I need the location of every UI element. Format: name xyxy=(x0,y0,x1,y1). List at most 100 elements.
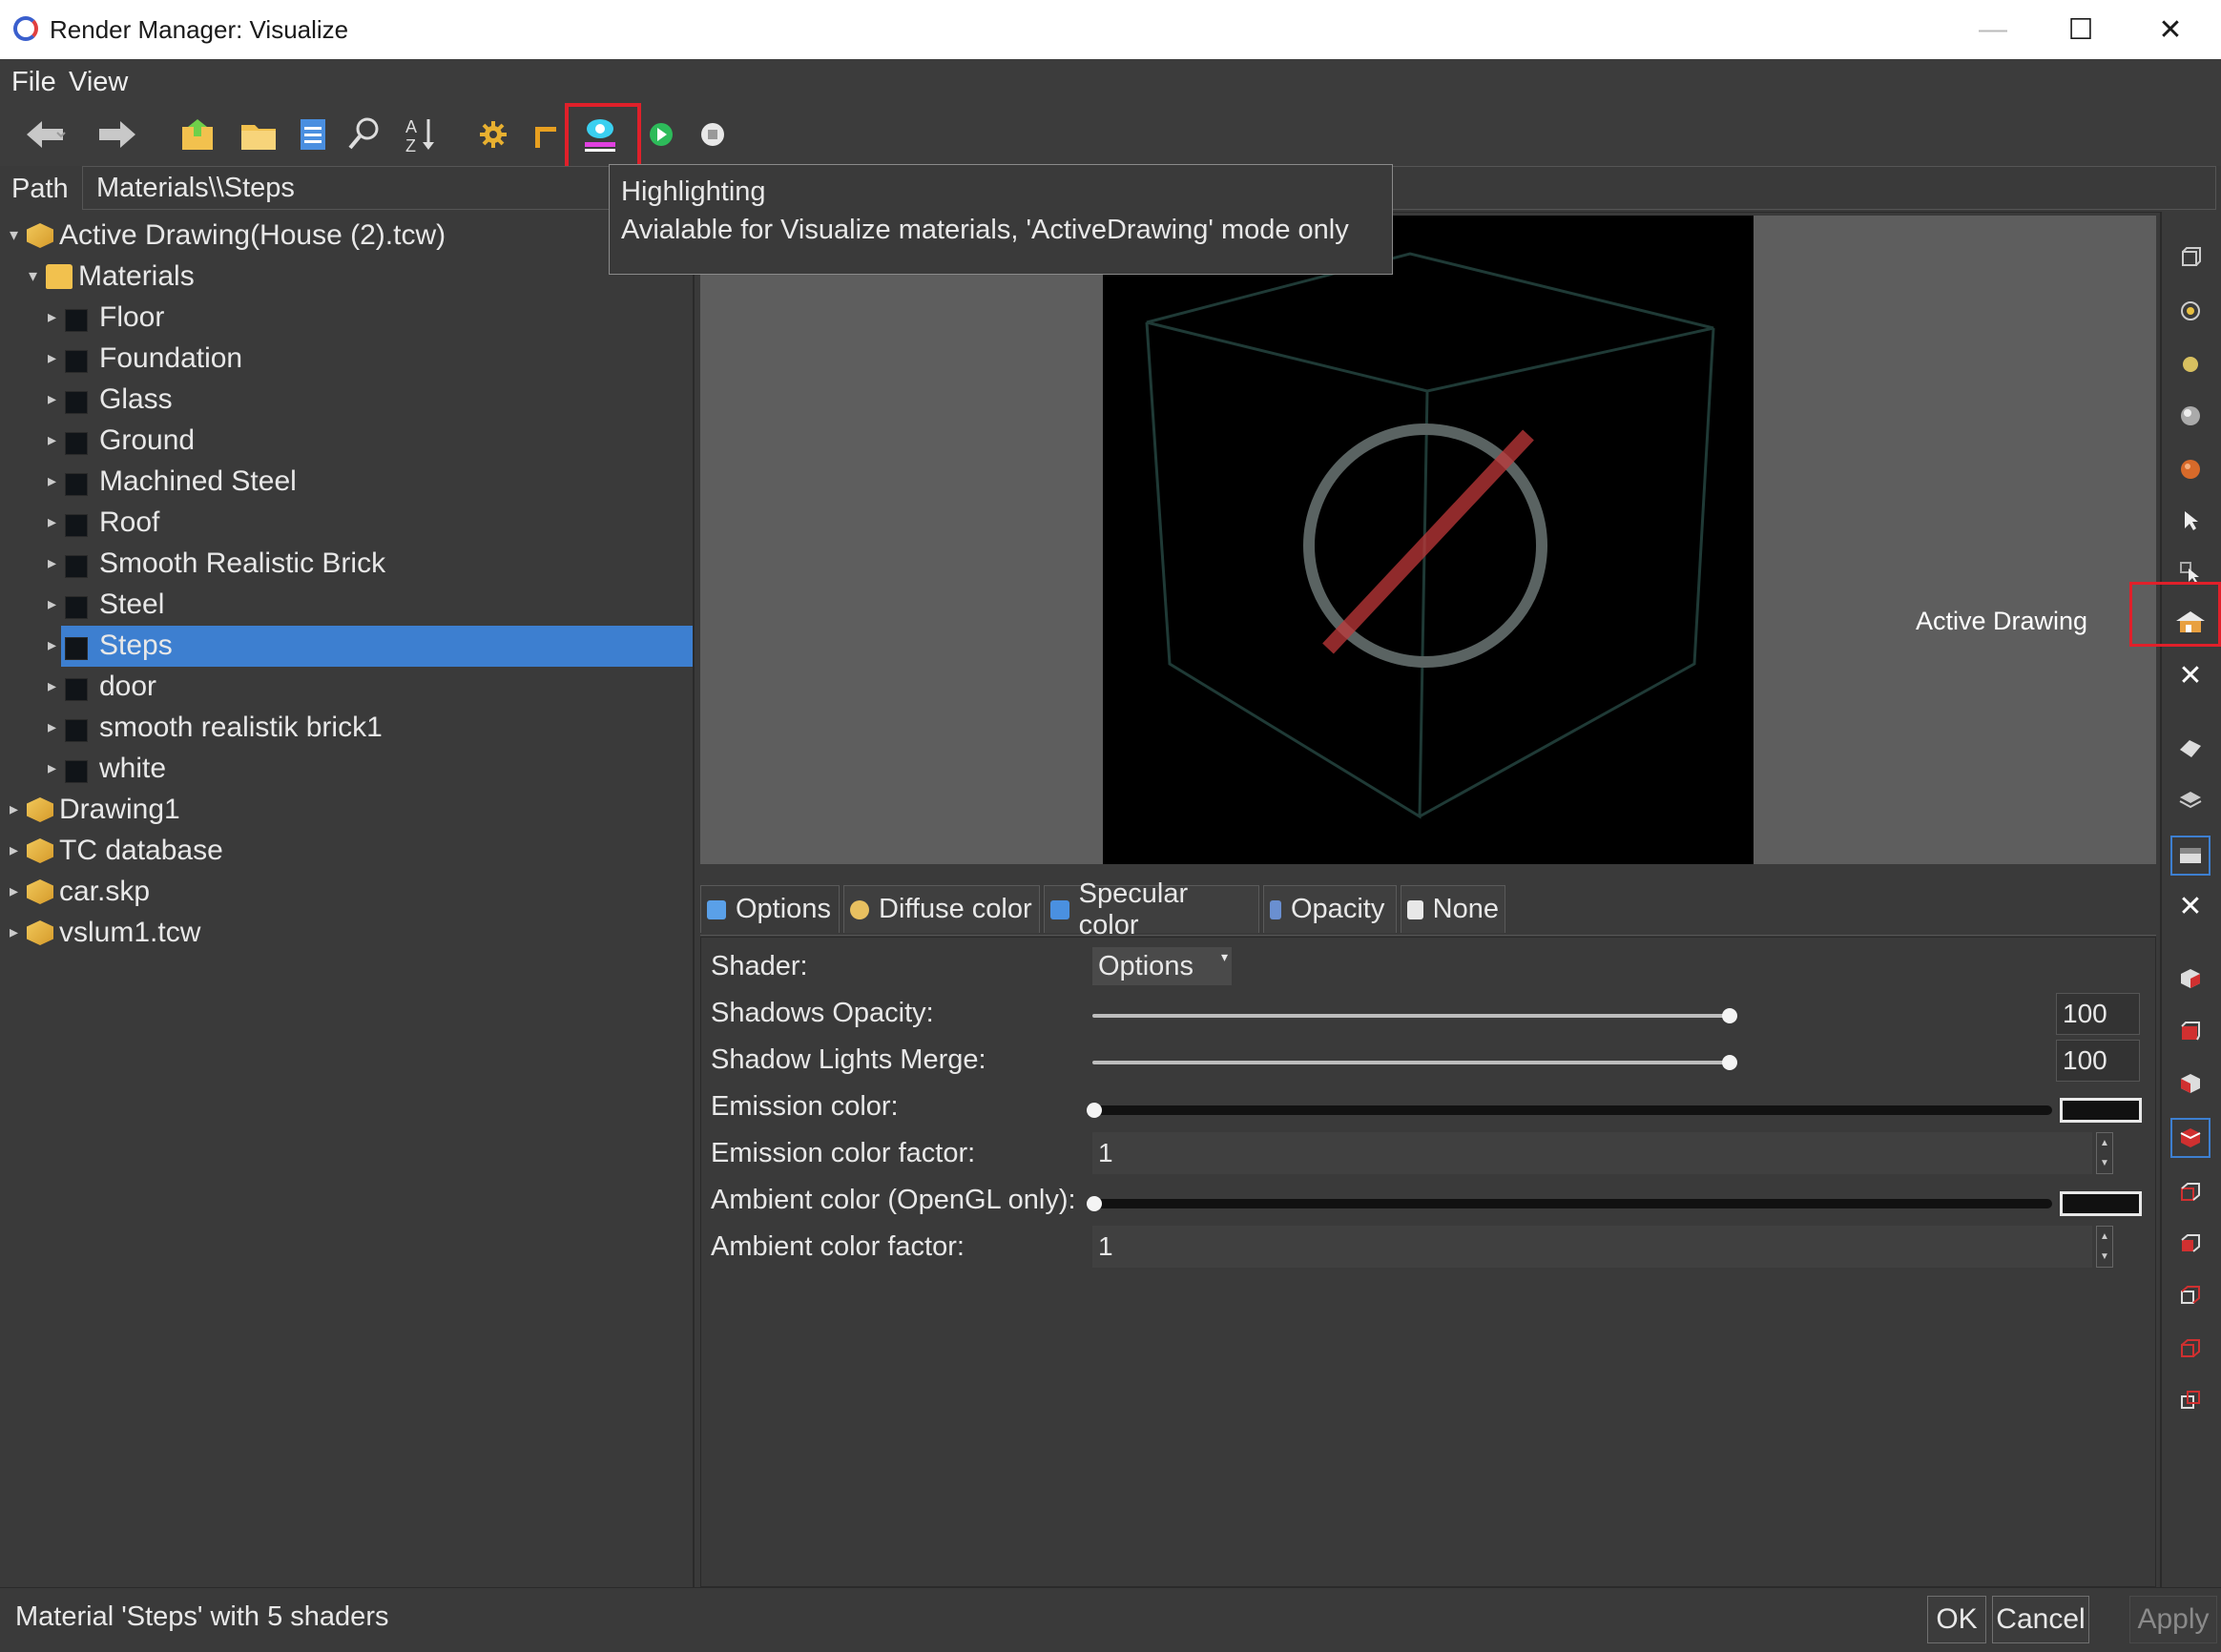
expand-arrow-icon[interactable]: ▸ xyxy=(10,799,18,819)
wire-cube-red-icon-1[interactable] xyxy=(2173,1175,2208,1209)
shadows-opacity-slider[interactable] xyxy=(1092,1014,1730,1018)
tree-item[interactable]: ▾ Active Drawing(House (2).tcw) xyxy=(0,216,693,257)
emission-color-swatch[interactable] xyxy=(2060,1098,2142,1123)
emission-factor-spinner[interactable]: ▲ ▼ xyxy=(2096,1132,2113,1174)
layer-icon[interactable] xyxy=(2173,782,2208,816)
emission-factor-field[interactable]: 1 xyxy=(1092,1132,2092,1174)
expand-arrow-icon[interactable]: ▸ xyxy=(48,430,56,450)
tree-item[interactable]: ▸ Glass xyxy=(0,380,693,421)
folder-icon[interactable] xyxy=(233,111,284,158)
plane-icon[interactable] xyxy=(2173,731,2208,765)
gear-icon[interactable] xyxy=(467,111,519,158)
expand-arrow-icon[interactable]: ▸ xyxy=(48,717,56,737)
light-icon[interactable] xyxy=(2173,347,2208,382)
path-input[interactable]: Materials\\Steps xyxy=(82,166,618,210)
tree-item[interactable]: ▸ smooth realistik brick1 xyxy=(0,708,693,749)
expand-arrow-icon[interactable]: ▸ xyxy=(48,676,56,696)
expand-arrow-icon[interactable]: ▸ xyxy=(48,512,56,532)
ambient-color-knob[interactable] xyxy=(1087,1196,1102,1211)
wire-cube-red-icon-3[interactable] xyxy=(2173,1278,2208,1312)
shadow-lights-merge-knob[interactable] xyxy=(1722,1055,1737,1070)
tree-item[interactable]: ▸ Steps xyxy=(48,626,693,667)
minimize-button[interactable]: — xyxy=(1950,0,2036,59)
menu-file[interactable]: File xyxy=(11,67,56,98)
cancel-button[interactable]: Cancel xyxy=(1992,1596,2089,1643)
expand-arrow-icon[interactable]: ▸ xyxy=(10,881,18,901)
emission-color-knob[interactable] xyxy=(1087,1103,1102,1118)
tree-item[interactable]: ▸ TC database xyxy=(0,831,693,872)
apply-button[interactable]: Apply xyxy=(2129,1596,2217,1643)
wire-cube-red-icon-5[interactable] xyxy=(2173,1383,2208,1417)
forward-arrow-icon[interactable] xyxy=(92,111,143,158)
shader-select[interactable]: Options ▾ xyxy=(1092,947,1232,985)
sort-az-icon[interactable]: AZ xyxy=(397,111,448,158)
expand-arrow-icon[interactable]: ▸ xyxy=(48,307,56,327)
pointer-icon[interactable] xyxy=(2173,504,2208,538)
tab-opacity[interactable]: Opacity xyxy=(1263,885,1397,933)
cube-red-icon-4[interactable] xyxy=(2170,1118,2211,1158)
tree-item[interactable]: ▸ Foundation xyxy=(0,339,693,380)
expand-arrow-icon[interactable]: ▸ xyxy=(48,594,56,614)
cube-red-icon-2[interactable] xyxy=(2173,1015,2208,1049)
tree-item[interactable]: ▸ Floor xyxy=(0,298,693,339)
expand-arrow-icon[interactable]: ▸ xyxy=(48,389,56,409)
expand-arrow-icon[interactable]: ▸ xyxy=(48,348,56,368)
tree-item[interactable]: ▸ Smooth Realistic Brick xyxy=(0,544,693,585)
document-icon[interactable] xyxy=(286,111,338,158)
expand-arrow-icon[interactable]: ▸ xyxy=(10,922,18,942)
stop-icon[interactable] xyxy=(687,111,738,158)
tree-item[interactable]: ▸ car.skp xyxy=(0,872,693,913)
back-arrow-icon[interactable] xyxy=(19,111,71,158)
expand-arrow-icon[interactable]: ▸ xyxy=(48,471,56,491)
shadows-opacity-knob[interactable] xyxy=(1722,1008,1737,1023)
expand-arrow-icon[interactable]: ▸ xyxy=(10,840,18,860)
ambient-color-slider[interactable] xyxy=(1094,1199,2052,1208)
orbit-icon[interactable] xyxy=(2173,294,2208,328)
expand-arrow-icon[interactable]: ▾ xyxy=(10,225,18,245)
tab-specular-color[interactable]: Specular color xyxy=(1044,878,1259,940)
close-icon[interactable]: ✕ xyxy=(2173,658,2208,692)
material-icon xyxy=(65,760,88,783)
expand-arrow-icon[interactable]: ▾ xyxy=(29,266,37,286)
menu-view[interactable]: View xyxy=(69,67,128,98)
shadow-lights-merge-value[interactable]: 100 xyxy=(2056,1040,2140,1082)
emission-color-slider[interactable] xyxy=(1094,1105,2052,1115)
wire-cube-red-icon-2[interactable] xyxy=(2173,1227,2208,1261)
cube-red-icon-1[interactable] xyxy=(2173,961,2208,996)
tree-item[interactable]: ▸ vslum1.tcw xyxy=(0,913,693,954)
close-button[interactable]: ✕ xyxy=(2128,0,2213,59)
close-icon-2[interactable]: ✕ xyxy=(2173,889,2208,923)
maximize-button[interactable]: ☐ xyxy=(2038,0,2124,59)
tree-item[interactable]: ▸ Ground xyxy=(0,421,693,462)
expand-arrow-icon[interactable]: ▸ xyxy=(48,635,56,655)
open-folder-icon[interactable] xyxy=(174,111,225,158)
tab-none[interactable]: None xyxy=(1401,885,1505,933)
tree-item[interactable]: ▾ Materials xyxy=(0,257,693,298)
ambient-color-swatch[interactable] xyxy=(2060,1191,2142,1216)
wire-cube-red-icon-4[interactable] xyxy=(2173,1332,2208,1366)
sphere-icon[interactable] xyxy=(2173,399,2208,433)
tree-item[interactable]: ▸ door xyxy=(0,667,693,708)
tree-item[interactable]: ▸ Machined Steel xyxy=(0,462,693,503)
background-icon[interactable] xyxy=(2170,836,2211,876)
tab-options[interactable]: Options xyxy=(700,885,840,933)
expand-arrow-icon[interactable]: ▸ xyxy=(48,758,56,778)
ambient-factor-field[interactable]: 1 xyxy=(1092,1226,2092,1268)
ok-button[interactable]: OK xyxy=(1927,1596,1986,1643)
tree-item-label: TC database xyxy=(59,835,223,866)
tab-diffuse-color[interactable]: Diffuse color xyxy=(843,885,1040,933)
tree-item[interactable]: ▸ Roof xyxy=(0,503,693,544)
orange-sphere-icon[interactable] xyxy=(2173,452,2208,486)
cube-red-icon-3[interactable] xyxy=(2173,1066,2208,1101)
search-icon[interactable] xyxy=(342,111,393,158)
tree-item[interactable]: ▸ Steel xyxy=(0,585,693,626)
shadow-lights-merge-slider[interactable] xyxy=(1092,1061,1730,1064)
shader-select-value: Options xyxy=(1098,950,1194,981)
shadows-opacity-value[interactable]: 100 xyxy=(2056,993,2140,1035)
ambient-factor-spinner[interactable]: ▲ ▼ xyxy=(2096,1226,2113,1268)
tree-item[interactable]: ▸ Drawing1 xyxy=(0,790,693,831)
tree-item[interactable]: ▸ white xyxy=(0,749,693,790)
expand-arrow-icon[interactable]: ▸ xyxy=(48,553,56,573)
view-box-icon[interactable] xyxy=(2173,240,2208,275)
play-icon[interactable] xyxy=(635,111,687,158)
